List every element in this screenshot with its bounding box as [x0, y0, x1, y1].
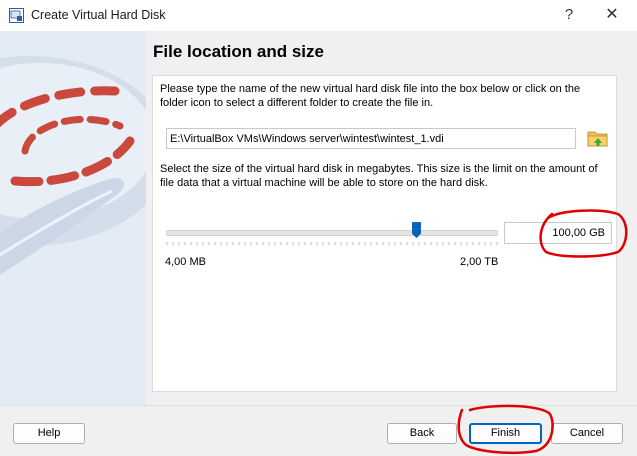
- hard-disk-illustration: [0, 31, 146, 405]
- button-bar: Help Back Finish Cancel: [0, 405, 637, 456]
- window-title: Create Virtual Hard Disk: [31, 8, 166, 22]
- title-bar: Create Virtual Hard Disk ? ✕: [0, 0, 637, 32]
- slider-max-label: 2,00 TB: [460, 256, 499, 268]
- virtualbox-app-icon: [9, 8, 24, 23]
- close-button[interactable]: ✕: [601, 5, 623, 25]
- slider-min-label: 4,00 MB: [165, 256, 206, 268]
- location-description: Please type the name of the new virtual …: [160, 83, 581, 109]
- back-button[interactable]: Back: [387, 423, 457, 444]
- help-title-button[interactable]: ?: [558, 5, 580, 25]
- help-button[interactable]: Help: [13, 423, 85, 444]
- slider-ticks: [166, 242, 498, 245]
- finish-button[interactable]: Finish: [469, 423, 542, 444]
- folder-open-icon[interactable]: [586, 127, 610, 149]
- size-input[interactable]: [504, 222, 612, 244]
- cancel-button[interactable]: Cancel: [551, 423, 623, 444]
- size-description: Select the size of the virtual hard disk…: [160, 163, 598, 189]
- wizard-side-image: [0, 31, 146, 405]
- size-slider-track[interactable]: [166, 230, 498, 236]
- size-slider-thumb[interactable]: [412, 222, 422, 238]
- file-path-input[interactable]: [166, 128, 576, 149]
- wizard-content: File location and size Please type the n…: [146, 31, 637, 405]
- page-title: File location and size: [153, 42, 324, 61]
